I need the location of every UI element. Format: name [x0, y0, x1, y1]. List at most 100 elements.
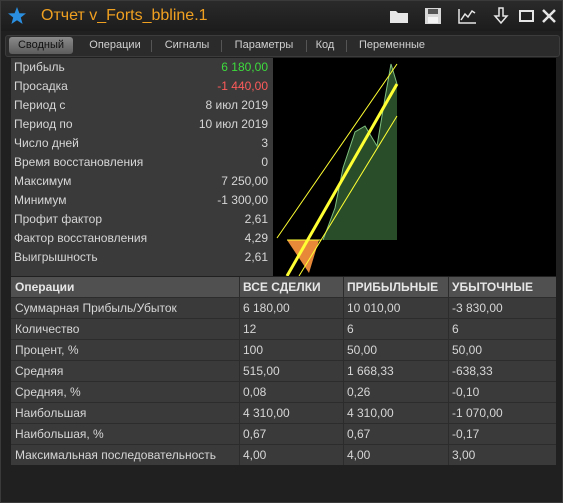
- stat-label: Просадка: [14, 79, 68, 93]
- table-cell: -3 830,00: [452, 301, 503, 315]
- table-cell: 50,00: [452, 343, 483, 357]
- save-icon[interactable]: [423, 7, 443, 25]
- stat-row-profit: Прибыль 6 180,00: [11, 58, 273, 77]
- stat-row-days: Число дней 3: [11, 134, 273, 153]
- tab-summary[interactable]: Сводный: [9, 37, 73, 54]
- tab-variables[interactable]: Переменные: [352, 37, 432, 54]
- equity-chart: [273, 58, 556, 276]
- stat-value: 10 июл 2019: [198, 117, 268, 131]
- table-cell: Средняя, %: [15, 385, 81, 399]
- table-row: Количество 12 6 6: [11, 318, 556, 340]
- tab-separator: [151, 40, 152, 52]
- column-header-profitable: ПРИБЫЛЬНЫЕ: [347, 280, 439, 294]
- table-cell: 0,26: [347, 385, 371, 399]
- tab-operations[interactable]: Операции: [84, 37, 146, 54]
- table-cell: -0,10: [452, 385, 480, 399]
- stat-value: -1 300,00: [217, 193, 268, 207]
- stat-value: 6 180,00: [221, 60, 268, 74]
- stat-row-recovery-factor: Фактор восстановления 4,29: [11, 229, 273, 248]
- stat-row-win-rate: Выигрышность 2,61: [11, 248, 273, 267]
- tab-separator: [221, 40, 222, 52]
- stat-value: 4,29: [244, 231, 268, 245]
- stat-value: 2,61: [244, 250, 268, 264]
- table-cell: 6: [347, 322, 354, 336]
- summary-stats-panel: Прибыль 6 180,00 Просадка -1 440,00 Пери…: [11, 58, 273, 276]
- table-cell: 1 668,33: [347, 364, 394, 378]
- stat-label: Максимум: [14, 174, 72, 188]
- table-header: Операции ВСЕ СДЕЛКИ ПРИБЫЛЬНЫЕ УБЫТОЧНЫЕ: [11, 277, 556, 298]
- stat-row-period-from: Период с 8 июл 2019: [11, 96, 273, 115]
- table-cell: Количество: [15, 322, 80, 336]
- tab-parameters[interactable]: Параметры: [228, 37, 300, 54]
- table-cell: 50,00: [347, 343, 378, 357]
- table-cell: 10 010,00: [347, 301, 401, 315]
- table-cell: 6: [452, 322, 459, 336]
- column-header-losing: УБЫТОЧНЫЕ: [452, 280, 534, 294]
- table-cell: 3,00: [452, 448, 476, 462]
- star-icon[interactable]: [7, 6, 27, 26]
- tab-code[interactable]: Код: [310, 37, 340, 54]
- table-cell: Средняя: [15, 364, 64, 378]
- stat-row-profit-factor: Профит фактор 2,61: [11, 210, 273, 229]
- table-cell: 515,00: [243, 364, 280, 378]
- table-cell: 6 180,00: [243, 301, 290, 315]
- tab-separator: [306, 40, 307, 52]
- stat-value: 8 июл 2019: [205, 98, 268, 112]
- stat-label: Фактор восстановления: [14, 231, 148, 245]
- stat-row-drawdown: Просадка -1 440,00: [11, 77, 273, 96]
- table-cell: 12: [243, 322, 257, 336]
- title-bar: Отчет v_Forts_bbline.1: [1, 1, 562, 31]
- table-cell: 0,67: [243, 427, 267, 441]
- table-row: Суммарная Прибыль/Убыток 6 180,00 10 010…: [11, 297, 556, 319]
- table-cell: 0,08: [243, 385, 267, 399]
- table-row: Наибольшая, % 0,67 0,67 -0,17: [11, 423, 556, 445]
- stat-row-recovery-time: Время восстановления 0: [11, 153, 273, 172]
- stat-row-minimum: Минимум -1 300,00: [11, 191, 273, 210]
- table-row: Максимальная последовательность 4,00 4,0…: [11, 444, 556, 466]
- stat-label: Время восстановления: [14, 155, 144, 169]
- stat-label: Число дней: [14, 136, 79, 150]
- download-icon[interactable]: [491, 7, 511, 25]
- table-cell: 4 310,00: [347, 406, 394, 420]
- stat-label: Прибыль: [14, 60, 65, 74]
- tab-signals[interactable]: Сигналы: [158, 37, 216, 54]
- table-cell: 100: [243, 343, 264, 357]
- stat-row-period-to: Период по 10 июл 2019: [11, 115, 273, 134]
- stat-label: Профит фактор: [14, 212, 103, 226]
- table-row: Наибольшая 4 310,00 4 310,00 -1 070,00: [11, 402, 556, 424]
- table-cell: Процент, %: [15, 343, 79, 357]
- table-cell: Наибольшая, %: [15, 427, 104, 441]
- stat-value: 7 250,00: [221, 174, 268, 188]
- stat-label: Минимум: [14, 193, 67, 207]
- table-cell: 0,67: [347, 427, 371, 441]
- tab-separator: [346, 40, 347, 52]
- report-window: Отчет v_Forts_bbline.1 Сводный Операции …: [0, 0, 563, 503]
- table-cell: Суммарная Прибыль/Убыток: [15, 301, 177, 315]
- stat-row-maximum: Максимум 7 250,00: [11, 172, 273, 191]
- table-cell: -0,17: [452, 427, 480, 441]
- chart-icon[interactable]: [457, 7, 477, 25]
- column-header-all-trades: ВСЕ СДЕЛКИ: [243, 280, 321, 294]
- column-header-operations: Операции: [15, 280, 75, 294]
- table-row: Процент, % 100 50,00 50,00: [11, 339, 556, 361]
- maximize-icon[interactable]: [517, 7, 537, 25]
- close-icon[interactable]: [539, 7, 559, 25]
- table-cell: -638,33: [452, 364, 493, 378]
- stat-label: Период с: [14, 98, 66, 112]
- window-title: Отчет v_Forts_bbline.1: [41, 7, 208, 24]
- table-cell: Максимальная последовательность: [15, 448, 217, 462]
- stat-value: 3: [261, 136, 268, 150]
- stat-label: Период по: [14, 117, 73, 131]
- operations-table: Операции ВСЕ СДЕЛКИ ПРИБЫЛЬНЫЕ УБЫТОЧНЫЕ…: [11, 277, 556, 465]
- table-cell: 4 310,00: [243, 406, 290, 420]
- folder-icon[interactable]: [389, 7, 409, 25]
- stat-value: -1 440,00: [217, 79, 268, 93]
- table-cell: 4,00: [347, 448, 371, 462]
- table-cell: 4,00: [243, 448, 267, 462]
- stat-value: 2,61: [244, 212, 268, 226]
- table-cell: -1 070,00: [452, 406, 503, 420]
- table-row: Средняя 515,00 1 668,33 -638,33: [11, 360, 556, 382]
- table-row: Средняя, % 0,08 0,26 -0,10: [11, 381, 556, 403]
- tab-bar: Сводный Операции Сигналы Параметры Код П…: [5, 35, 560, 57]
- table-cell: Наибольшая: [15, 406, 87, 420]
